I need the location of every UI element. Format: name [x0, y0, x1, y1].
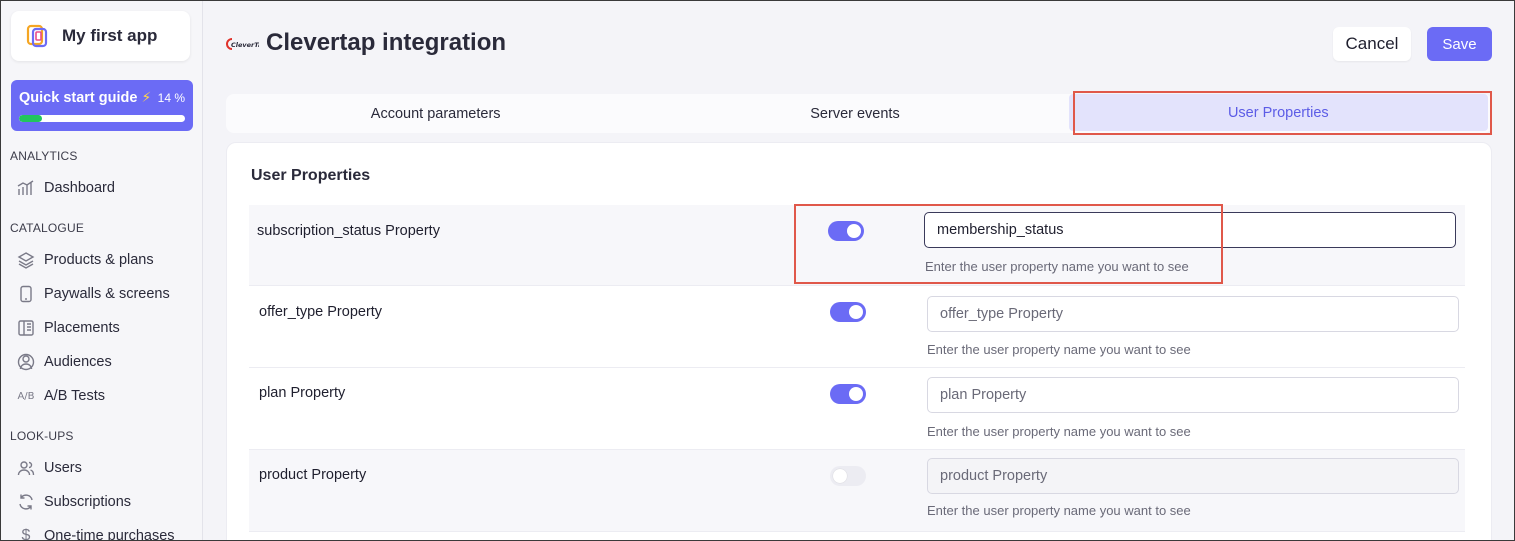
sidebar-item-dashboard[interactable]: Dashboard: [17, 176, 115, 200]
cancel-button[interactable]: Cancel: [1333, 27, 1411, 61]
sidebar-item-label: A/B Tests: [44, 388, 105, 404]
sidebar-item-one-time-purchases[interactable]: $ One-time purchases: [17, 524, 175, 541]
section-label-catalogue: CATALOGUE: [10, 221, 85, 235]
section-label-analytics: ANALYTICS: [10, 149, 78, 163]
property-toggle[interactable]: [828, 221, 864, 241]
property-hint: Enter the user property name you want to…: [927, 503, 1191, 518]
quick-start-guide[interactable]: Quick start guide ⚡ 14 %: [11, 80, 193, 131]
property-label: plan Property: [259, 385, 346, 401]
sidebar-item-label: Paywalls & screens: [44, 286, 170, 302]
sidebar: My first app Quick start guide ⚡ 14 % ANA…: [0, 0, 203, 541]
sidebar-item-ab-tests[interactable]: A/B A/B Tests: [17, 384, 105, 408]
sidebar-item-paywalls-screens[interactable]: Paywalls & screens: [17, 282, 170, 306]
property-label: offer_type Property: [259, 304, 383, 320]
bolt-icon: ⚡: [141, 89, 152, 105]
property-hint: Enter the user property name you want to…: [927, 342, 1191, 357]
quick-start-progress-bar: [19, 115, 185, 122]
quick-start-title: Quick start guide: [19, 90, 138, 106]
chart-icon: [17, 179, 35, 197]
sidebar-item-label: Products & plans: [44, 252, 154, 268]
ab-icon: A/B: [17, 390, 35, 402]
app-switcher[interactable]: My first app: [11, 11, 190, 61]
property-label: subscription_status Property: [257, 223, 440, 239]
quick-start-title-wrap: Quick start guide ⚡: [19, 89, 151, 107]
property-name-input[interactable]: [924, 212, 1456, 248]
property-name-input[interactable]: [927, 296, 1459, 332]
audience-icon: [17, 353, 35, 371]
quick-start-progress-fill: [19, 115, 43, 122]
quick-start-percent: 14 %: [157, 91, 185, 105]
sidebar-item-audiences[interactable]: Audiences: [17, 350, 112, 374]
clevertap-logo-icon: CleverTap: [226, 38, 259, 50]
property-hint: Enter the user property name you want to…: [925, 259, 1189, 274]
property-row: product Property Enter the user property…: [249, 450, 1465, 532]
placements-icon: [17, 319, 35, 337]
property-hint: Enter the user property name you want to…: [927, 424, 1191, 439]
app-logo-icon: [26, 24, 48, 48]
property-label: product Property: [259, 467, 367, 483]
sidebar-item-users[interactable]: Users: [17, 456, 82, 480]
sidebar-item-label: Audiences: [44, 354, 112, 370]
save-button[interactable]: Save: [1427, 27, 1492, 61]
tab-account-parameters[interactable]: Account parameters: [226, 94, 645, 133]
layers-icon: [17, 251, 35, 269]
sidebar-item-label: One-time purchases: [44, 528, 175, 541]
property-toggle[interactable]: [830, 466, 866, 486]
sidebar-item-label: Placements: [44, 320, 120, 336]
app-name: My first app: [62, 26, 158, 45]
sidebar-item-label: Subscriptions: [44, 494, 132, 510]
page-title: Clevertap integration: [266, 29, 507, 56]
sidebar-item-label: Users: [44, 460, 82, 476]
property-toggle[interactable]: [830, 302, 866, 322]
sidebar-item-products-plans[interactable]: Products & plans: [17, 248, 154, 272]
tab-user-properties[interactable]: User Properties: [1068, 94, 1488, 131]
svg-text:CleverTap: CleverTap: [231, 41, 259, 49]
property-name-input[interactable]: [927, 458, 1459, 494]
refresh-icon: [17, 493, 35, 511]
section-label-lookups: LOOK-UPS: [10, 429, 74, 443]
property-toggle[interactable]: [830, 384, 866, 404]
sidebar-item-placements[interactable]: Placements: [17, 316, 120, 340]
property-row: offer_type Property Enter the user prope…: [249, 286, 1465, 368]
property-name-input[interactable]: [927, 377, 1459, 413]
tab-server-events[interactable]: Server events: [645, 94, 1064, 133]
sidebar-item-label: Dashboard: [44, 180, 115, 196]
phone-icon: [17, 285, 35, 303]
property-row: plan Property Enter the user property na…: [249, 368, 1465, 450]
sidebar-item-subscriptions[interactable]: Subscriptions: [17, 490, 131, 514]
tab-bar: Account parameters Server events User Pr…: [226, 94, 1492, 133]
property-row: subscription_status Property Enter the u…: [249, 205, 1465, 286]
dollar-icon: $: [21, 527, 31, 541]
users-icon: [17, 459, 35, 477]
panel-title: User Properties: [251, 167, 371, 184]
